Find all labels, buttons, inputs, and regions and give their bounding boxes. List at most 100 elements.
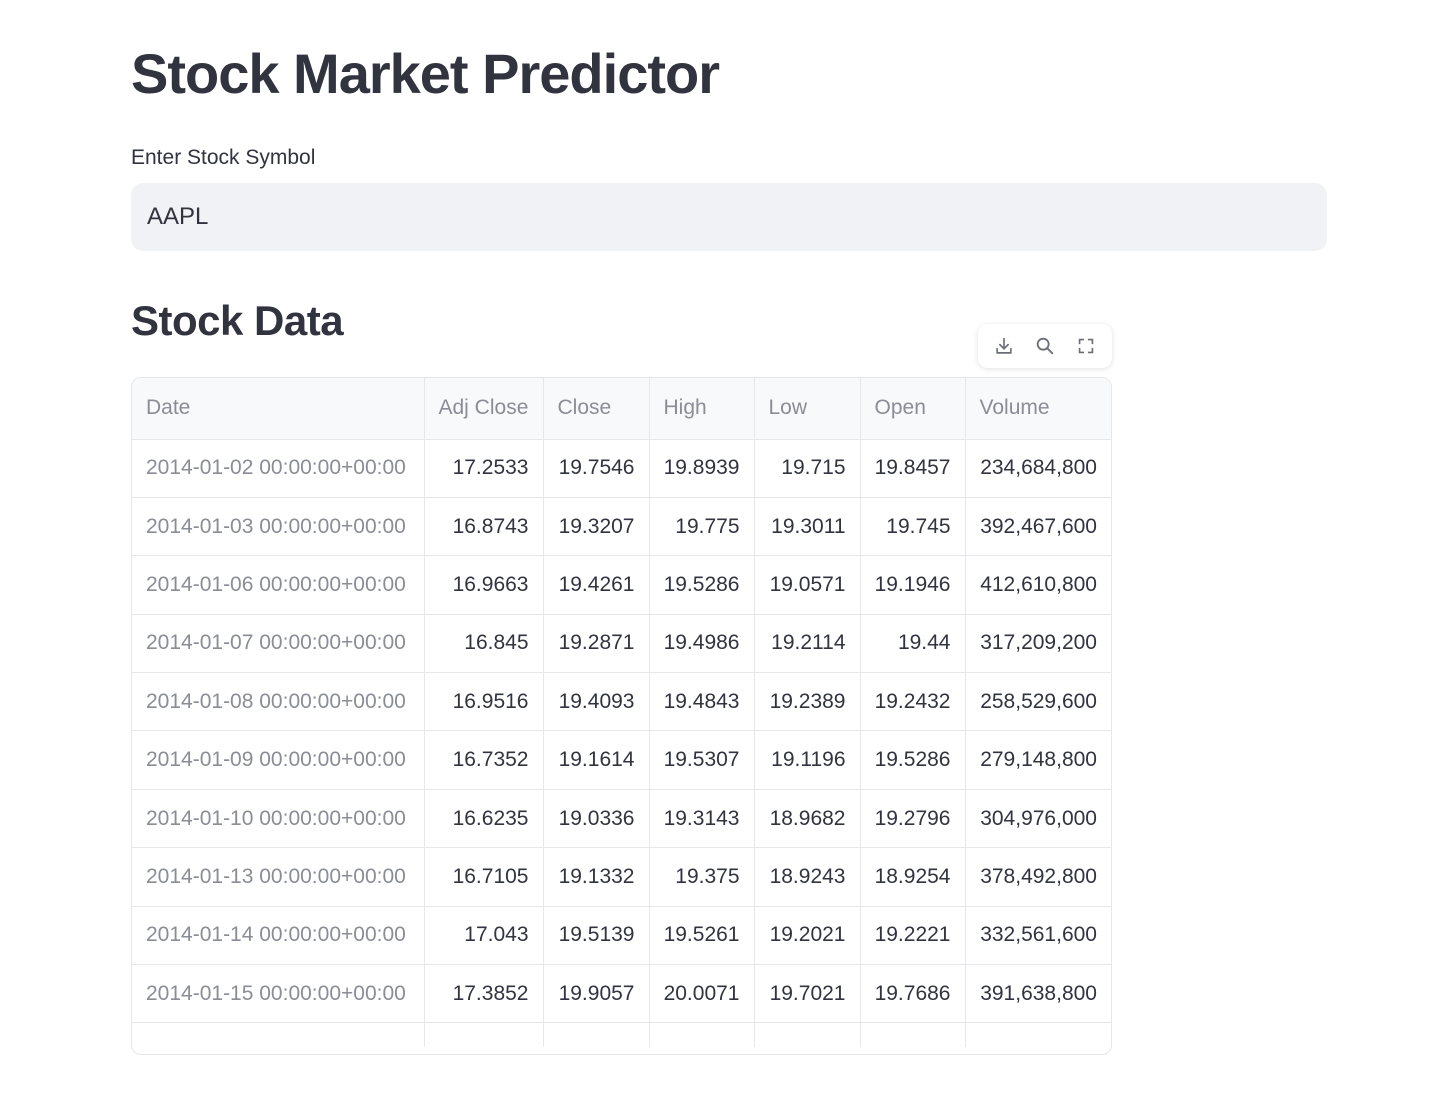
- column-header-low[interactable]: Low: [754, 378, 861, 440]
- open-cell[interactable]: 19.7686: [860, 964, 966, 1024]
- adj-close-cell[interactable]: 16.8743: [424, 497, 544, 557]
- header-row: Date Adj Close Close High Low Open Volum…: [132, 378, 1111, 440]
- volume-cell[interactable]: 332,561,600: [965, 906, 1111, 966]
- volume-cell[interactable]: 392,467,600: [965, 497, 1111, 557]
- adj-close-cell[interactable]: 17.043: [424, 906, 544, 966]
- open-cell[interactable]: 19.2221: [860, 906, 966, 966]
- column-header-close[interactable]: Close: [543, 378, 650, 440]
- high-cell[interactable]: 19.4843: [649, 672, 755, 732]
- symbol-input-container[interactable]: [131, 183, 1327, 251]
- adj-close-cell[interactable]: 16.845: [424, 614, 544, 674]
- table-row: 2014-01-06 00:00:00+00:00 16.9663 19.426…: [132, 555, 1111, 615]
- adj-close-cell[interactable]: 16.9663: [424, 555, 544, 615]
- date-cell[interactable]: 2014-01-07 00:00:00+00:00: [132, 614, 425, 674]
- low-cell[interactable]: 19.715: [754, 439, 861, 498]
- high-cell[interactable]: 20.0071: [649, 964, 755, 1024]
- low-cell[interactable]: 19.2021: [754, 906, 861, 966]
- open-cell[interactable]: 19.8457: [860, 439, 966, 498]
- high-cell[interactable]: 19.8939: [649, 439, 755, 498]
- open-cell[interactable]: 19.5286: [860, 730, 966, 790]
- volume-cell[interactable]: 279,148,800: [965, 730, 1111, 790]
- adj-close-cell[interactable]: 16.7105: [424, 847, 544, 907]
- close-cell[interactable]: 19.5139: [543, 906, 650, 966]
- low-cell[interactable]: 19.2114: [754, 614, 861, 674]
- table-row: 2014-01-10 00:00:00+00:00 16.6235 19.033…: [132, 789, 1111, 849]
- high-cell[interactable]: 19.5261: [649, 906, 755, 966]
- partial-table-row: [132, 1022, 1111, 1047]
- low-cell[interactable]: 19.1196: [754, 730, 861, 790]
- close-cell[interactable]: 19.0336: [543, 789, 650, 849]
- high-cell[interactable]: 19.4986: [649, 614, 755, 674]
- date-cell[interactable]: 2014-01-14 00:00:00+00:00: [132, 906, 425, 966]
- close-cell[interactable]: 19.2871: [543, 614, 650, 674]
- open-cell[interactable]: 19.2432: [860, 672, 966, 732]
- table-row: 2014-01-09 00:00:00+00:00 16.7352 19.161…: [132, 730, 1111, 790]
- adj-close-cell[interactable]: 16.9516: [424, 672, 544, 732]
- volume-cell[interactable]: 317,209,200: [965, 614, 1111, 674]
- adj-close-cell[interactable]: 16.6235: [424, 789, 544, 849]
- date-cell[interactable]: 2014-01-06 00:00:00+00:00: [132, 555, 425, 615]
- date-cell[interactable]: 2014-01-13 00:00:00+00:00: [132, 847, 425, 907]
- download-button[interactable]: [986, 328, 1022, 364]
- column-header-volume[interactable]: Volume: [965, 378, 1111, 440]
- volume-cell[interactable]: 412,610,800: [965, 555, 1111, 615]
- table-row: 2014-01-03 00:00:00+00:00 16.8743 19.320…: [132, 497, 1111, 557]
- search-button[interactable]: [1027, 328, 1063, 364]
- low-cell[interactable]: 19.3011: [754, 497, 861, 557]
- low-cell[interactable]: 19.0571: [754, 555, 861, 615]
- open-cell[interactable]: 19.745: [860, 497, 966, 557]
- dataframe-toolbar: [978, 324, 1112, 368]
- adj-close-cell[interactable]: 17.2533: [424, 439, 544, 498]
- date-cell[interactable]: 2014-01-09 00:00:00+00:00: [132, 730, 425, 790]
- volume-cell[interactable]: 304,976,000: [965, 789, 1111, 849]
- empty-cell: [860, 1022, 966, 1047]
- volume-cell[interactable]: 391,638,800: [965, 964, 1111, 1024]
- download-icon: [996, 337, 1013, 354]
- volume-cell[interactable]: 234,684,800: [965, 439, 1111, 498]
- close-cell[interactable]: 19.1614: [543, 730, 650, 790]
- column-header-high[interactable]: High: [649, 378, 755, 440]
- date-cell[interactable]: 2014-01-15 00:00:00+00:00: [132, 964, 425, 1024]
- adj-close-cell[interactable]: 16.7352: [424, 730, 544, 790]
- open-cell[interactable]: 18.9254: [860, 847, 966, 907]
- adj-close-cell[interactable]: 17.3852: [424, 964, 544, 1024]
- high-cell[interactable]: 19.375: [649, 847, 755, 907]
- open-cell[interactable]: 19.44: [860, 614, 966, 674]
- column-header-date[interactable]: Date: [132, 378, 425, 440]
- data-grid: Date Adj Close Close High Low Open Volum…: [132, 378, 1111, 1047]
- table-row: 2014-01-14 00:00:00+00:00 17.043 19.5139…: [132, 906, 1111, 966]
- close-cell[interactable]: 19.7546: [543, 439, 650, 498]
- low-cell[interactable]: 18.9243: [754, 847, 861, 907]
- date-cell[interactable]: 2014-01-02 00:00:00+00:00: [132, 439, 425, 498]
- low-cell[interactable]: 19.2389: [754, 672, 861, 732]
- open-cell[interactable]: 19.1946: [860, 555, 966, 615]
- volume-cell[interactable]: 378,492,800: [965, 847, 1111, 907]
- stock-data-table[interactable]: Date Adj Close Close High Low Open Volum…: [131, 377, 1112, 1055]
- fullscreen-button[interactable]: [1068, 328, 1104, 364]
- high-cell[interactable]: 19.775: [649, 497, 755, 557]
- close-cell[interactable]: 19.3207: [543, 497, 650, 557]
- date-cell[interactable]: 2014-01-10 00:00:00+00:00: [132, 789, 425, 849]
- volume-cell[interactable]: 258,529,600: [965, 672, 1111, 732]
- table-row: 2014-01-02 00:00:00+00:00 17.2533 19.754…: [132, 439, 1111, 498]
- close-cell[interactable]: 19.4093: [543, 672, 650, 732]
- low-cell[interactable]: 18.9682: [754, 789, 861, 849]
- symbol-input[interactable]: [132, 184, 1326, 250]
- table-row: 2014-01-07 00:00:00+00:00 16.845 19.2871…: [132, 614, 1111, 674]
- high-cell[interactable]: 19.3143: [649, 789, 755, 849]
- open-cell[interactable]: 19.2796: [860, 789, 966, 849]
- low-cell[interactable]: 19.7021: [754, 964, 861, 1024]
- close-cell[interactable]: 19.1332: [543, 847, 650, 907]
- high-cell[interactable]: 19.5307: [649, 730, 755, 790]
- column-header-open[interactable]: Open: [860, 378, 966, 440]
- section-title: Stock Data: [131, 297, 344, 344]
- empty-cell: [965, 1023, 1111, 1047]
- close-cell[interactable]: 19.9057: [543, 964, 650, 1024]
- close-cell[interactable]: 19.4261: [543, 555, 650, 615]
- date-cell[interactable]: 2014-01-03 00:00:00+00:00: [132, 497, 425, 557]
- column-header-adj-close[interactable]: Adj Close: [424, 378, 544, 440]
- date-cell[interactable]: 2014-01-08 00:00:00+00:00: [132, 672, 425, 732]
- high-cell[interactable]: 19.5286: [649, 555, 755, 615]
- symbol-input-label: Enter Stock Symbol: [131, 146, 316, 169]
- table-row: 2014-01-15 00:00:00+00:00 17.3852 19.905…: [132, 964, 1111, 1024]
